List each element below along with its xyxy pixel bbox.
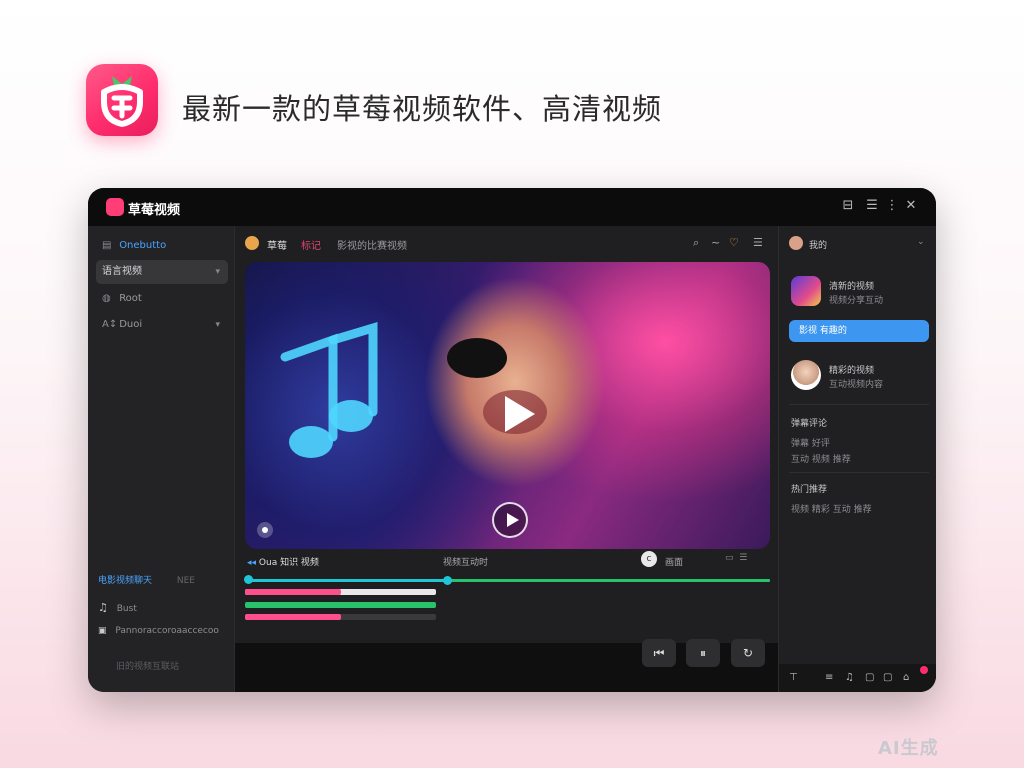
progress-start-handle[interactable]: [244, 575, 253, 584]
translate-icon: A↕: [102, 319, 118, 330]
sidebar-item-language-video[interactable]: 语言视频 ▾: [96, 260, 228, 284]
creator-2-name[interactable]: 精彩的视频: [829, 363, 874, 376]
reload-icon[interactable]: c: [641, 551, 657, 567]
text-icon[interactable]: ⊤: [789, 672, 798, 683]
layout-icon[interactable]: ⊟: [840, 198, 856, 213]
list-menu-icon[interactable]: ☰: [753, 236, 763, 249]
right-panel: 我的 ⌄ 清新的视频 视频分享互动 影视 有趣的 精彩的视频 互动视频内容 弹幕…: [778, 226, 936, 692]
right-panel-toolbar: ⊤ ≡ ♫ ▢ ▢ ⌂: [779, 664, 936, 692]
progress-remaining: [446, 579, 770, 582]
bar-2-fill: [245, 602, 436, 608]
list-icon[interactable]: ≡: [825, 672, 833, 683]
follow-button[interactable]: 影视 有趣的: [789, 320, 929, 342]
channel-name[interactable]: 草莓: [267, 237, 287, 252]
home-icon[interactable]: ⌂: [903, 672, 909, 683]
sidebar-footer-note: 旧的视频互联站: [116, 662, 180, 672]
chevron-down-icon: ▾: [215, 320, 220, 330]
chevron-down-icon: ▾: [215, 267, 220, 277]
sidebar-footer-pannora[interactable]: ▣ Pannoraccoroaaccecoo: [98, 626, 219, 636]
channel-tag: 标记: [301, 241, 321, 252]
section-1-line-1: 弹幕 好评: [791, 439, 830, 449]
app-window: 草莓视频 ⊟ ☰ ⋮ ✕ ▤ Onebutto 语言视频 ▾ ◍ Root A↕…: [88, 188, 936, 692]
list-icon: ▤: [102, 240, 112, 251]
square-icon[interactable]: ▢: [865, 672, 874, 683]
sidebar-item-onebutto[interactable]: ▤ Onebutto: [96, 234, 228, 258]
user-avatar[interactable]: [789, 236, 803, 250]
fullscreen-icon[interactable]: ▭ ☰: [725, 553, 747, 563]
play-icon[interactable]: [493, 390, 541, 438]
section-1-title: 弹幕评论: [791, 419, 828, 429]
main-content: 草莓 标记 影视的比赛视频 ⌕ ~ ♡ ☰ ◂◂ Oua 知识 视频 视频互动时…: [235, 226, 778, 692]
notification-dot: [920, 666, 928, 674]
box-icon: ▣: [98, 626, 107, 636]
creator-2-sub: 互动视频内容: [829, 380, 884, 390]
page-headline: 最新一款的草莓视频软件、高清视频: [182, 92, 663, 126]
trend-icon[interactable]: ~: [711, 236, 720, 249]
channel-info: 影视的比赛视频: [337, 241, 407, 252]
sidebar-footer-video-chat[interactable]: 电影视频聊天 NEE: [98, 573, 195, 586]
sidebar-item-label: 语言视频: [102, 266, 142, 277]
player-center-label: 视频互动时: [443, 558, 489, 568]
close-icon[interactable]: ✕: [903, 198, 919, 213]
user-name: 我的: [809, 241, 828, 251]
footer-label: 电影视频聊天: [98, 576, 153, 586]
video-player[interactable]: [245, 262, 770, 549]
play-button[interactable]: [492, 502, 528, 538]
creator-2-avatar[interactable]: [791, 360, 821, 390]
player-left-label: Oua 知识 视频: [258, 558, 319, 568]
progress-handle[interactable]: [443, 576, 452, 585]
heart-icon[interactable]: ♡: [729, 236, 739, 249]
player-right-label: 画面: [665, 558, 684, 568]
channel-header: 草莓 标记 影视的比赛视频 ⌕ ~ ♡ ☰: [245, 236, 765, 254]
eyepatch-shape: [447, 338, 507, 378]
audio-label: ◂◂ Oua 知识 视频: [247, 555, 319, 568]
section-2-title: 热门推荐: [791, 485, 828, 495]
ai-watermark: AI生成: [878, 738, 939, 759]
sidebar-item-root[interactable]: ◍ Root: [96, 287, 228, 311]
repeat-button[interactable]: ↻: [731, 639, 765, 667]
sidebar-item-duoi[interactable]: A↕ Duoi ▾: [96, 313, 228, 337]
music-icon[interactable]: ♫: [845, 672, 854, 683]
divider: [789, 404, 929, 405]
more-icon[interactable]: ⋮: [884, 198, 900, 213]
previous-button[interactable]: ⏮: [642, 639, 676, 667]
bar-3-fill: [245, 614, 341, 620]
creator-1-sub: 视频分享互动: [829, 296, 884, 306]
footer-label: Pannoraccoroaaccecoo: [115, 626, 219, 636]
sidebar-item-label: Root: [119, 293, 142, 304]
pause-button[interactable]: ⏸: [686, 639, 720, 667]
creator-1-name[interactable]: 清新的视频: [829, 279, 874, 292]
sidebar: ▤ Onebutto 语言视频 ▾ ◍ Root A↕ Duoi ▾ 电影视频聊…: [88, 226, 235, 692]
divider: [789, 472, 929, 473]
footer-label: Bust: [116, 604, 137, 614]
title-bar: 草莓视频 ⊟ ☰ ⋮ ✕: [88, 188, 936, 226]
section-2-line-1: 视频 精彩 互动 推荐: [791, 505, 872, 515]
search-icon[interactable]: ⌕: [693, 236, 699, 250]
volume-indicator-icon[interactable]: [257, 522, 273, 538]
title-logo-icon: [106, 198, 124, 216]
sidebar-item-label: Onebutto: [119, 240, 167, 251]
strawberry-logo-icon: [101, 76, 143, 127]
sidebar-item-label: Duoi: [119, 319, 143, 330]
app-logo: [86, 64, 158, 136]
section-1-line-2: 互动 视频 推荐: [791, 455, 851, 465]
music-icon: ♫: [98, 601, 108, 614]
bar-1-fill: [245, 589, 341, 595]
creator-1-avatar[interactable]: [791, 276, 821, 306]
chevron-down-icon[interactable]: ⌄: [917, 237, 925, 247]
square-icon[interactable]: ▢: [883, 672, 892, 683]
footer-extra: NEE: [176, 576, 195, 586]
window-title: 草莓视频: [128, 203, 181, 218]
globe-icon: ◍: [102, 293, 111, 304]
speaker-icon: ◂◂: [247, 558, 259, 568]
menu-icon[interactable]: ☰: [864, 198, 880, 213]
channel-avatar[interactable]: [245, 236, 259, 250]
sidebar-footer-bust[interactable]: ♫ Bust: [98, 601, 137, 614]
